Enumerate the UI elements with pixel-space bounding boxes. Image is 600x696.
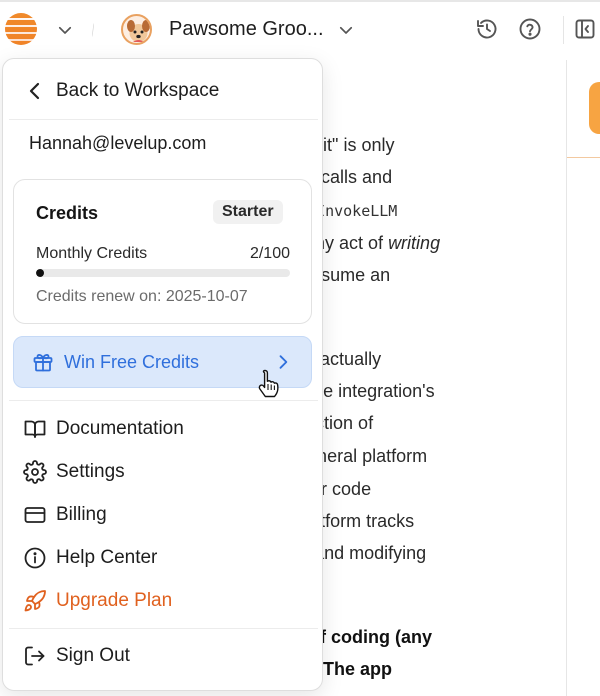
hand-cursor-icon xyxy=(256,368,284,400)
menu-item-label: Help Center xyxy=(56,547,158,568)
sign-out-label: Sign Out xyxy=(56,645,130,666)
menu-item-billing[interactable]: Billing xyxy=(3,501,322,529)
menu-item-documentation[interactable]: Documentation xyxy=(3,415,322,443)
info-icon xyxy=(23,546,47,570)
book-open-icon xyxy=(23,417,47,441)
top-border xyxy=(0,0,600,2)
project-avatar[interactable] xyxy=(121,14,152,45)
menu-item-settings[interactable]: Settings xyxy=(3,458,322,486)
menu-item-label: Billing xyxy=(56,504,107,525)
credits-card: Credits Starter Monthly Credits 2/100 Cr… xyxy=(13,179,312,324)
rocket-icon xyxy=(23,589,47,613)
app-logo[interactable] xyxy=(5,13,37,45)
toolbar-divider xyxy=(563,16,564,44)
sidebar-toggle-icon[interactable] xyxy=(573,17,597,41)
monthly-credits-value: 2/100 xyxy=(249,245,290,262)
menu-item-upgrade-plan[interactable]: Upgrade Plan xyxy=(3,587,322,615)
history-icon[interactable] xyxy=(475,17,499,41)
breadcrumb-separator xyxy=(92,23,94,37)
help-icon[interactable] xyxy=(518,17,542,41)
user-email: Hannah@levelup.com xyxy=(29,133,207,153)
menu-divider xyxy=(9,628,318,629)
sign-out-icon xyxy=(23,644,47,668)
credits-renew-text: Credits renew on: 2025-10-07 xyxy=(36,288,248,305)
top-bar: Pawsome Groo... xyxy=(0,0,600,60)
monthly-credits-label: Monthly Credits xyxy=(36,245,148,262)
gear-icon xyxy=(23,460,47,484)
win-free-credits-label: Win Free Credits xyxy=(64,352,200,372)
panel-divider xyxy=(567,157,600,158)
menu-item-help-center[interactable]: Help Center xyxy=(3,544,322,572)
chevron-down-icon[interactable] xyxy=(337,21,355,39)
menu-item-label: Upgrade Plan xyxy=(56,590,173,611)
credits-progress-bar xyxy=(36,269,290,277)
right-panel xyxy=(566,60,600,696)
gift-icon xyxy=(31,350,55,374)
project-name[interactable]: Pawsome Groo... xyxy=(169,18,324,41)
plan-badge: Starter xyxy=(213,200,283,224)
menu-item-label: Settings xyxy=(56,461,125,482)
menu-divider xyxy=(9,400,318,401)
chevron-down-icon[interactable] xyxy=(56,21,74,39)
menu-item-label: Documentation xyxy=(56,418,184,439)
sign-out-item[interactable]: Sign Out xyxy=(3,642,322,670)
back-to-workspace-item[interactable]: Back to Workspace xyxy=(3,77,322,105)
credits-progress-fill xyxy=(36,269,44,277)
panel-accent-button[interactable] xyxy=(589,82,600,134)
menu-divider xyxy=(9,119,318,120)
back-to-workspace-label: Back to Workspace xyxy=(56,80,220,101)
credits-title: Credits xyxy=(36,203,99,223)
chevron-left-icon xyxy=(23,79,47,103)
credit-card-icon xyxy=(23,503,47,527)
